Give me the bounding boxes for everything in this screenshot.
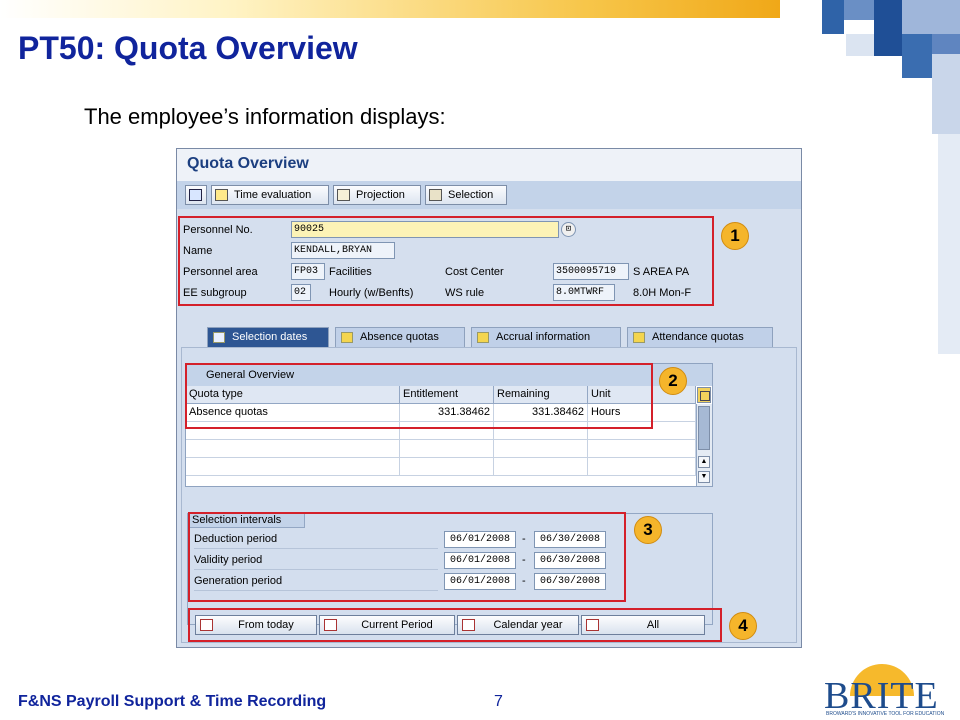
arrow-icon — [341, 332, 353, 343]
selection-button[interactable]: Selection — [425, 185, 507, 205]
brite-logo-tagline: BROWARD'S INNOVATIVE TOOL FOR EDUCATION — [826, 711, 945, 717]
vertical-scrollbar[interactable]: ▲ ▼ — [696, 404, 712, 486]
highlight-box-intervals — [188, 512, 626, 602]
page-number: 7 — [494, 693, 503, 710]
corner-decoration — [844, 0, 874, 20]
sap-title-bar: Quota Overview — [177, 149, 801, 181]
callout-2: 2 — [659, 367, 687, 395]
sap-toolbar: Time evaluation Projection Selection — [177, 181, 801, 209]
arrow-icon — [477, 332, 489, 343]
tab-attendance-quotas[interactable]: Attendance quotas — [627, 327, 773, 347]
highlight-box-buttons — [188, 608, 722, 642]
selection-icon — [429, 189, 442, 201]
projection-button[interactable]: Projection — [333, 185, 421, 205]
slide-subtitle: The employee’s information displays: — [84, 104, 446, 129]
empty-cell — [400, 458, 494, 476]
time-evaluation-icon — [215, 189, 228, 201]
grid-settings-icon — [700, 391, 710, 401]
callout-1: 1 — [721, 222, 749, 250]
sap-window-title: Quota Overview — [187, 155, 309, 172]
empty-cell — [494, 440, 588, 458]
empty-cell — [588, 440, 696, 458]
arrow-icon — [633, 332, 645, 343]
calendar-icon — [213, 332, 225, 343]
empty-cell — [186, 458, 400, 476]
corner-decoration — [902, 34, 932, 78]
corner-decoration — [938, 134, 960, 354]
scroll-up-button[interactable]: ▲ — [698, 456, 710, 468]
scrollbar-thumb[interactable] — [698, 406, 710, 450]
corner-decoration — [932, 54, 960, 134]
empty-cell — [494, 458, 588, 476]
callout-4: 4 — [729, 612, 757, 640]
slide-title: PT50: Quota Overview — [18, 30, 358, 66]
top-gradient-bar — [0, 0, 780, 18]
tab-selection-dates[interactable]: Selection dates — [207, 327, 329, 347]
highlight-box-header — [178, 216, 714, 306]
tab-accrual-information[interactable]: Accrual information — [471, 327, 621, 347]
corner-decoration — [822, 0, 844, 34]
tab-absence-quotas[interactable]: Absence quotas — [335, 327, 465, 347]
empty-cell — [400, 440, 494, 458]
refresh-icon — [189, 189, 202, 201]
corner-decoration — [932, 34, 960, 54]
empty-cell — [186, 440, 400, 458]
empty-cell — [588, 458, 696, 476]
refresh-button[interactable] — [185, 185, 207, 205]
column-settings-button[interactable] — [697, 387, 711, 403]
footer-title: F&NS Payroll Support & Time Recording — [18, 693, 327, 710]
callout-3: 3 — [634, 516, 662, 544]
projection-icon — [337, 189, 350, 201]
corner-decoration — [874, 0, 902, 56]
scroll-down-button[interactable]: ▼ — [698, 471, 710, 483]
time-evaluation-button[interactable]: Time evaluation — [211, 185, 329, 205]
corner-decoration — [846, 34, 874, 56]
highlight-box-overview — [185, 363, 653, 429]
corner-decoration — [902, 0, 960, 34]
